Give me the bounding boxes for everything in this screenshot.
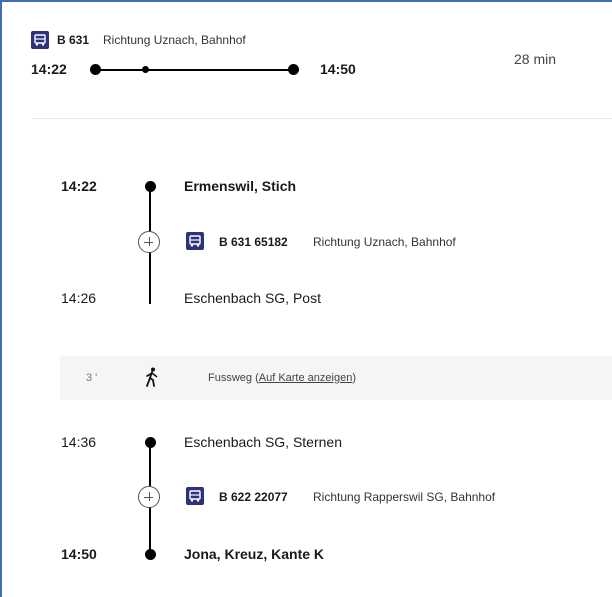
show-map-link[interactable]: Auf Karte anzeigen	[259, 372, 353, 384]
leg1-departure-time: 14:22	[61, 178, 97, 194]
leg2-expand-plus-icon[interactable]	[138, 486, 160, 508]
leg1-expand-plus-icon[interactable]	[138, 231, 160, 253]
walk-icon	[145, 367, 159, 392]
bus-icon	[186, 487, 204, 505]
leg2-direction: Richtung Rapperswil SG, Bahnhof	[313, 490, 496, 504]
walk-duration: 3 '	[86, 372, 98, 384]
walk-text: Fussweg (Auf Karte anzeigen)	[208, 372, 356, 384]
leg1-arrival-time: 14:26	[61, 290, 97, 306]
header-line: B 631	[57, 33, 90, 47]
route-change-dot	[142, 66, 149, 73]
header-divider	[32, 118, 612, 119]
route-end-dot	[288, 64, 299, 75]
leg1-direction: Richtung Uznach, Bahnhof	[313, 235, 456, 249]
leg2-end-dot	[145, 549, 156, 560]
route-line	[96, 69, 291, 71]
bus-icon	[31, 31, 49, 49]
leg2-departure-time: 14:36	[61, 434, 97, 450]
leg1-departure-stop[interactable]: Ermenswil, Stich	[184, 178, 296, 194]
header-arrival: 14:50	[320, 61, 356, 77]
leg2-service: B 622 22077	[219, 490, 288, 504]
leg1-arrival-stop[interactable]: Eschenbach SG, Post	[184, 290, 321, 306]
leg2-arrival-stop[interactable]: Jona, Kreuz, Kante K	[184, 546, 324, 562]
leg2-arrival-time: 14:50	[61, 546, 97, 562]
leg1-service: B 631 65182	[219, 235, 288, 249]
leg2-departure-stop[interactable]: Eschenbach SG, Sternen	[184, 434, 342, 450]
walk-label-end: )	[352, 372, 356, 384]
walk-label: Fussweg (	[208, 372, 259, 384]
header-duration: 28 min	[514, 51, 557, 67]
header-direction: Richtung Uznach, Bahnhof	[103, 33, 246, 47]
bus-icon	[186, 232, 204, 250]
header-departure: 14:22	[31, 61, 67, 77]
